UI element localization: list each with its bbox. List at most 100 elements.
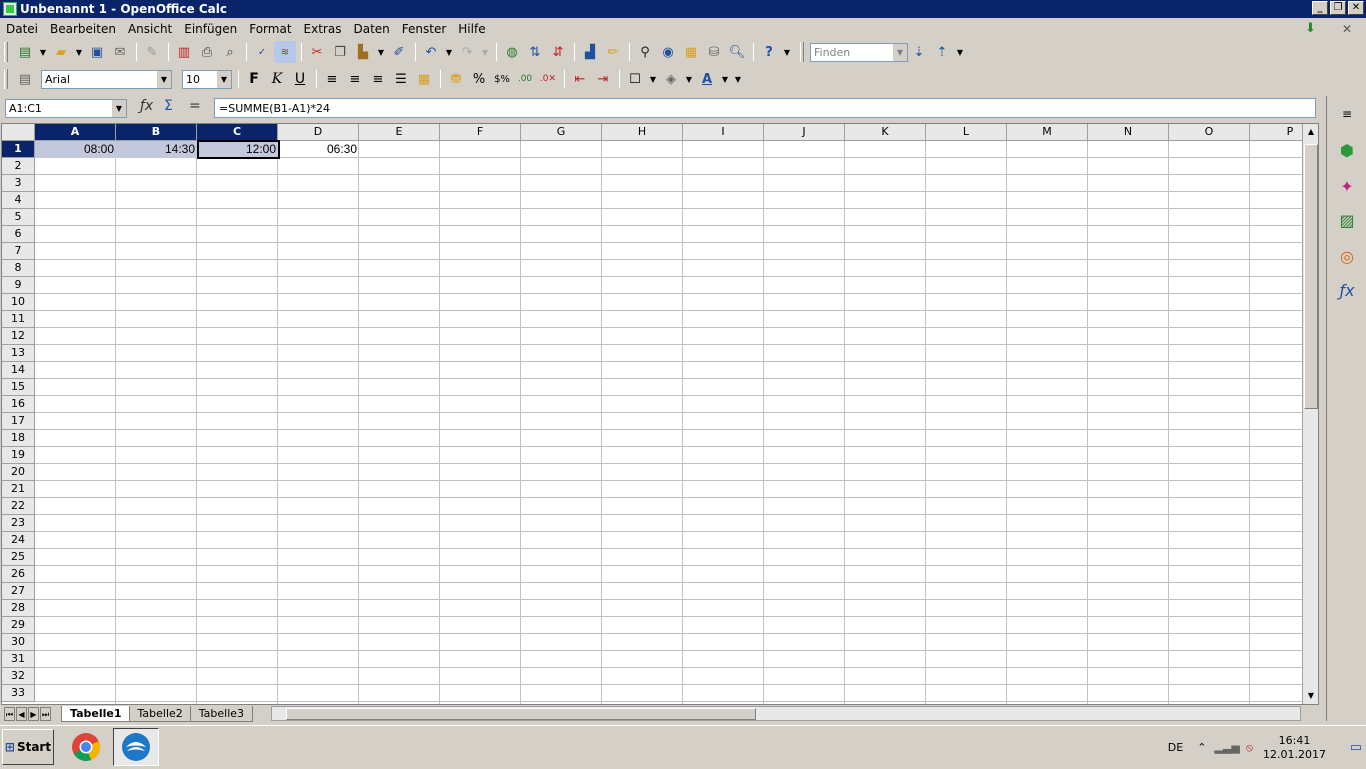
font-size-select[interactable]: 10 ▼ bbox=[182, 69, 232, 89]
row-header-13[interactable]: 13 bbox=[2, 345, 35, 362]
align-left-icon[interactable]: ≡ bbox=[321, 68, 343, 90]
row-header-16[interactable]: 16 bbox=[2, 396, 35, 413]
undo-icon[interactable]: ↶ bbox=[420, 41, 442, 63]
language-indicator[interactable]: DE bbox=[1168, 741, 1183, 754]
select-all-corner[interactable] bbox=[2, 124, 35, 140]
volume-muted-icon[interactable]: ⦸ bbox=[1246, 741, 1253, 755]
column-header-m[interactable]: M bbox=[1007, 124, 1088, 140]
cell-a1[interactable]: 08:00 bbox=[35, 141, 116, 158]
zoom-icon[interactable]: 🔍︎ bbox=[726, 41, 748, 63]
row-header-2[interactable]: 2 bbox=[2, 158, 35, 175]
decrease-indent-icon[interactable]: ⇤ bbox=[569, 68, 591, 90]
formula-input[interactable]: =SUMME(B1-A1)*24 bbox=[214, 98, 1316, 118]
background-color-dropdown-icon[interactable]: ▼ bbox=[683, 68, 695, 90]
column-header-g[interactable]: G bbox=[521, 124, 602, 140]
menu-datei[interactable]: Datei bbox=[0, 22, 44, 36]
horizontal-scrollbar[interactable] bbox=[271, 706, 1301, 721]
name-box[interactable]: A1:C1 ▼ bbox=[5, 99, 127, 118]
functions-sidebar-icon[interactable]: ƒx bbox=[1335, 278, 1359, 302]
new-dropdown-icon[interactable]: ▼ bbox=[37, 41, 49, 63]
column-header-e[interactable]: E bbox=[359, 124, 440, 140]
toolbar-grip[interactable] bbox=[4, 69, 8, 89]
underline-button[interactable]: U bbox=[289, 68, 311, 90]
column-header-f[interactable]: F bbox=[440, 124, 521, 140]
cell-grid[interactable] bbox=[35, 141, 1318, 704]
format-paintbrush-icon[interactable]: ✐ bbox=[388, 41, 410, 63]
align-right-icon[interactable]: ≡ bbox=[367, 68, 389, 90]
italic-button[interactable]: K bbox=[266, 68, 288, 90]
row-header-26[interactable]: 26 bbox=[2, 566, 35, 583]
merge-cells-icon[interactable]: ▦ bbox=[413, 68, 435, 90]
add-decimal-icon[interactable]: .00 bbox=[514, 68, 536, 90]
horizontal-scroll-thumb[interactable] bbox=[286, 708, 756, 720]
cell-d1[interactable]: 06:30 bbox=[278, 141, 359, 158]
save-icon[interactable]: ▣ bbox=[86, 41, 108, 63]
font-name-select[interactable]: Arial ▼ bbox=[41, 69, 172, 89]
row-header-7[interactable]: 7 bbox=[2, 243, 35, 260]
taskbar-chrome[interactable] bbox=[63, 728, 109, 766]
borders-icon[interactable]: ☐ bbox=[624, 68, 646, 90]
new-icon[interactable]: ▤ bbox=[14, 41, 36, 63]
row-header-15[interactable]: 15 bbox=[2, 379, 35, 396]
styles-icon[interactable]: ▤ bbox=[14, 68, 36, 90]
format-toolbar-overflow-icon[interactable]: ▼ bbox=[732, 68, 744, 90]
background-color-icon[interactable]: ◈ bbox=[660, 68, 682, 90]
column-header-o[interactable]: O bbox=[1169, 124, 1250, 140]
close-document-button[interactable]: ✕ bbox=[1336, 22, 1358, 36]
find-next-icon[interactable]: ⇣ bbox=[908, 41, 930, 63]
draw-functions-icon[interactable]: ✏ bbox=[602, 41, 624, 63]
tab-tabelle1[interactable]: Tabelle1 bbox=[61, 706, 131, 722]
find-dropdown-icon[interactable]: ▼ bbox=[892, 43, 907, 61]
email-icon[interactable]: ✉ bbox=[109, 41, 131, 63]
menu-ansicht[interactable]: Ansicht bbox=[122, 22, 178, 36]
column-header-d[interactable]: D bbox=[278, 124, 359, 140]
row-header-24[interactable]: 24 bbox=[2, 532, 35, 549]
tab-tabelle2[interactable]: Tabelle2 bbox=[128, 706, 192, 722]
app-icon[interactable] bbox=[3, 2, 17, 16]
copy-icon[interactable]: ❐ bbox=[329, 41, 351, 63]
vertical-scroll-thumb[interactable] bbox=[1304, 144, 1318, 409]
row-header-1[interactable]: 1 bbox=[2, 141, 35, 158]
update-icon[interactable]: ⬇ bbox=[1299, 21, 1322, 36]
standard-format-icon[interactable]: $% bbox=[491, 68, 513, 90]
autospellcheck-icon[interactable]: ≋ bbox=[274, 41, 296, 63]
column-header-b[interactable]: B bbox=[116, 124, 197, 140]
undo-dropdown-icon[interactable]: ▼ bbox=[443, 41, 455, 63]
paste-dropdown-icon[interactable]: ▼ bbox=[375, 41, 387, 63]
row-header-33[interactable]: 33 bbox=[2, 685, 35, 702]
spreadsheet-grid[interactable]: ABCDEFGHIJKLMNOP 1 2 3 4 5 6 7 8 9 10 11 12 13 14 15 16… bbox=[1, 123, 1319, 705]
function-wizard-icon[interactable]: ƒx bbox=[140, 98, 153, 114]
column-header-i[interactable]: I bbox=[683, 124, 764, 140]
styles-formatting-icon[interactable]: ✦ bbox=[1335, 174, 1359, 198]
row-header-5[interactable]: 5 bbox=[2, 209, 35, 226]
name-box-dropdown-icon[interactable]: ▼ bbox=[111, 100, 126, 117]
function-button[interactable]: = bbox=[189, 98, 201, 114]
toolbar-grip[interactable] bbox=[4, 42, 8, 62]
navigator-icon[interactable]: ◉ bbox=[657, 41, 679, 63]
row-header-25[interactable]: 25 bbox=[2, 549, 35, 566]
tab-tabelle3[interactable]: Tabelle3 bbox=[189, 706, 254, 722]
taskbar-openoffice[interactable] bbox=[113, 728, 159, 766]
redo-icon[interactable]: ↷ bbox=[456, 41, 478, 63]
row-header-3[interactable]: 3 bbox=[2, 175, 35, 192]
hyperlink-icon[interactable]: ◍ bbox=[501, 41, 523, 63]
column-header-c[interactable]: C bbox=[197, 124, 278, 140]
row-header-17[interactable]: 17 bbox=[2, 413, 35, 430]
last-sheet-icon[interactable]: ⏭ bbox=[40, 707, 51, 721]
sort-descending-icon[interactable]: ⇵ bbox=[547, 41, 569, 63]
open-icon[interactable]: ▰ bbox=[50, 41, 72, 63]
delete-decimal-icon[interactable]: .0✕ bbox=[537, 68, 559, 90]
column-header-a[interactable]: A bbox=[35, 124, 116, 140]
row-header-29[interactable]: 29 bbox=[2, 617, 35, 634]
row-header-11[interactable]: 11 bbox=[2, 311, 35, 328]
row-header-23[interactable]: 23 bbox=[2, 515, 35, 532]
menu-hilfe[interactable]: Hilfe bbox=[452, 22, 491, 36]
show-desktop-icon[interactable]: ▭ bbox=[1350, 740, 1362, 755]
row-header-20[interactable]: 20 bbox=[2, 464, 35, 481]
chart-icon[interactable]: ▟ bbox=[579, 41, 601, 63]
row-header-32[interactable]: 32 bbox=[2, 668, 35, 685]
vertical-scrollbar[interactable]: ▲ ▼ bbox=[1302, 124, 1318, 704]
start-button[interactable]: ⊞ Start bbox=[2, 729, 54, 765]
percent-format-icon[interactable]: % bbox=[468, 68, 490, 90]
find-input[interactable]: Finden ▼ bbox=[810, 42, 908, 62]
